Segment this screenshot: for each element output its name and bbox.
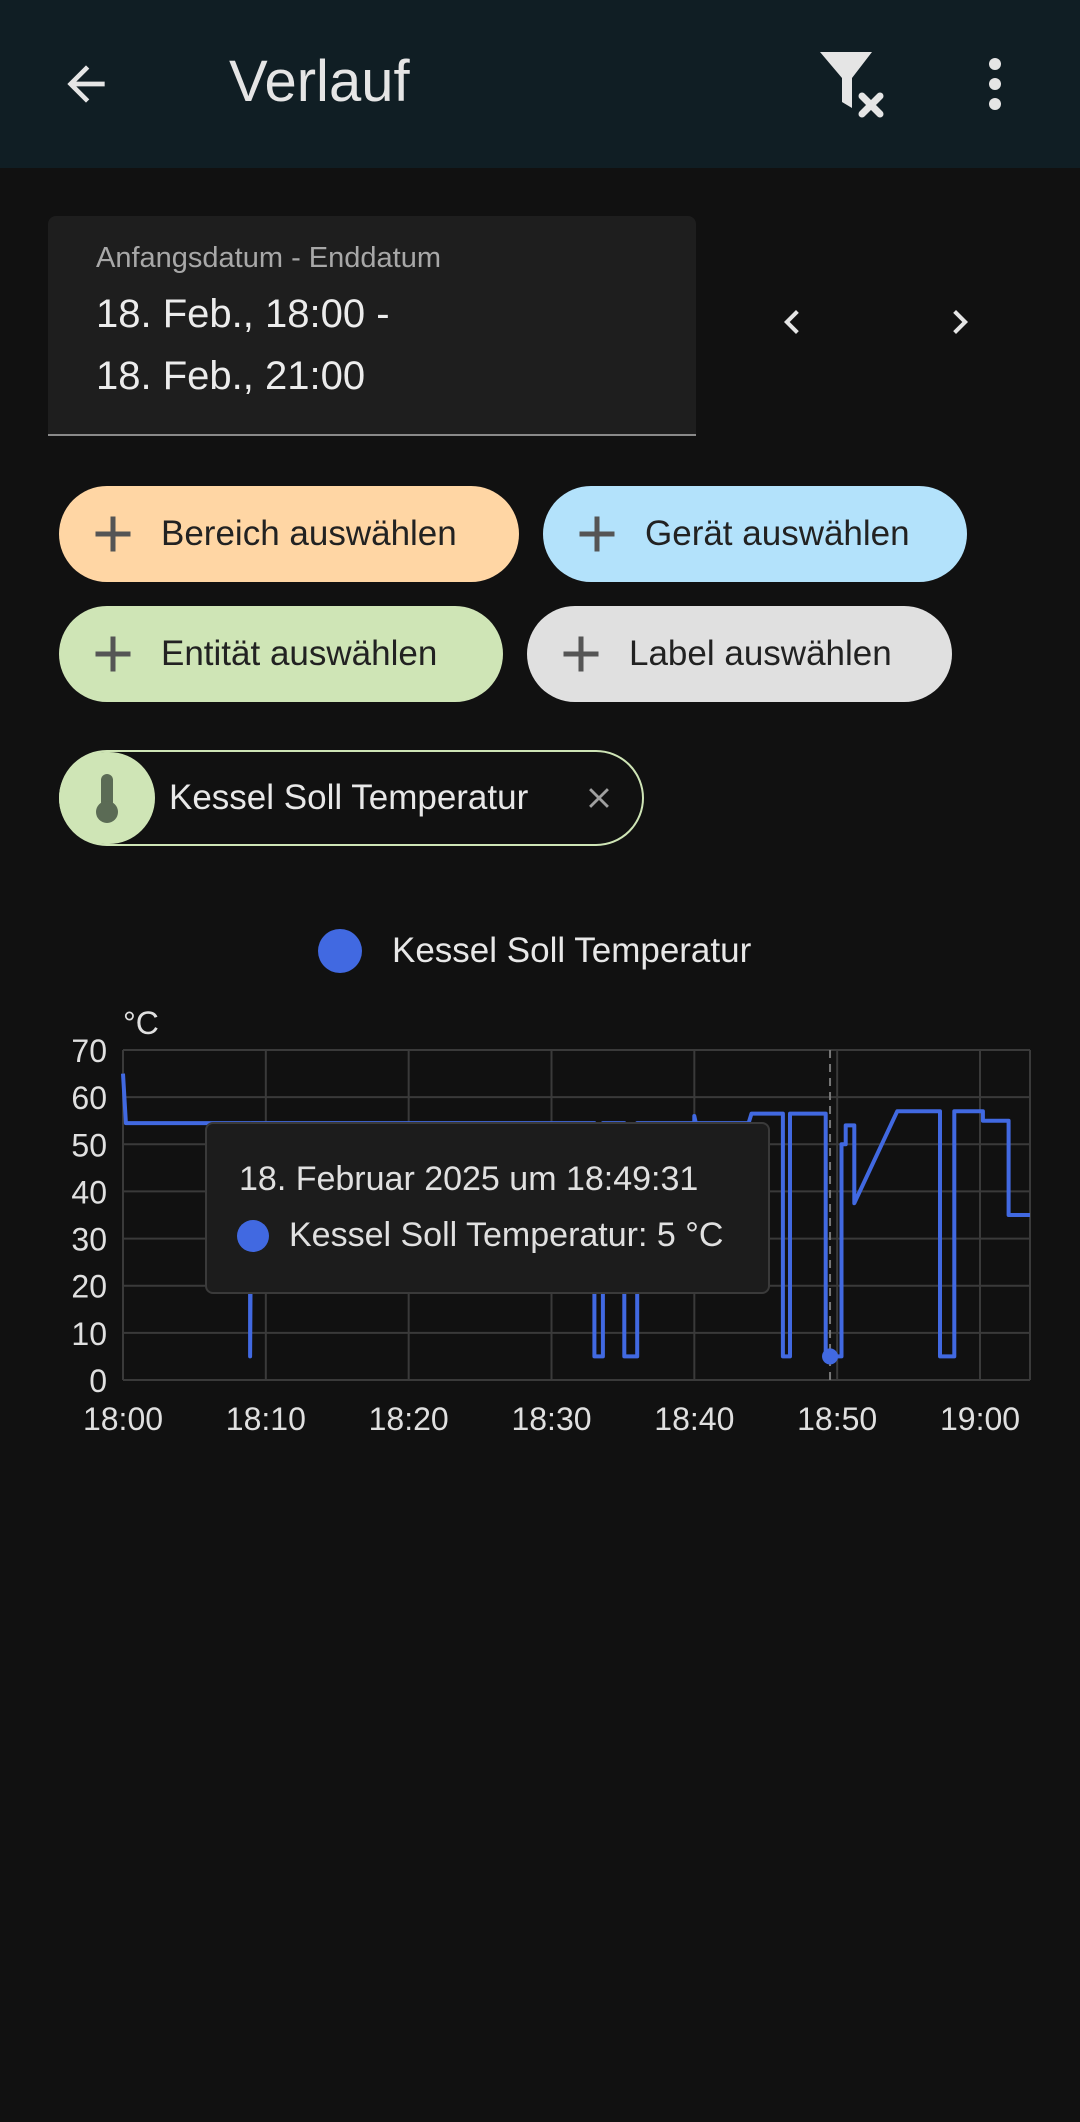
legend-swatch (318, 929, 362, 973)
y-tick-label: 0 (89, 1363, 107, 1399)
thermometer-icon (96, 774, 118, 823)
arrow-left-icon (67, 65, 105, 103)
more-vert-icon (989, 58, 1001, 110)
date-range-label: Anfangsdatum - Enddatum (96, 242, 441, 274)
remove-entity-button[interactable] (574, 773, 624, 823)
close-icon (589, 788, 609, 808)
tooltip-row: Kessel Soll Temperatur: 5 °C (237, 1216, 723, 1255)
filter-remove-icon (820, 52, 884, 118)
chart-tooltip: 18. Februar 2025 um 18:49:31 Kessel Soll… (205, 1122, 770, 1294)
more-options-button[interactable] (970, 46, 1020, 126)
select-label-label: Label auswählen (629, 634, 892, 673)
previous-range-button[interactable] (760, 290, 824, 354)
y-tick-label: 10 (71, 1316, 107, 1352)
select-area-label: Bereich auswählen (161, 514, 457, 553)
date-range-end: 18. Feb., 21:00 (96, 354, 366, 398)
tooltip-swatch (237, 1219, 269, 1252)
selected-entity-label: Kessel Soll Temperatur (169, 778, 529, 817)
y-tick-label: 50 (71, 1127, 107, 1163)
date-range-start: 18. Feb., 18:00 - (96, 292, 390, 336)
entity-icon-wrapper (59, 752, 155, 844)
select-area-chip[interactable]: Bereich auswählen (59, 486, 519, 582)
x-tick-label: 18:30 (511, 1401, 591, 1437)
tooltip-value: Kessel Soll Temperatur: 5 °C (289, 1216, 724, 1254)
y-tick-label: 20 (71, 1269, 107, 1305)
app-bar: Verlauf (0, 0, 1080, 168)
x-tick-label: 18:00 (83, 1401, 163, 1437)
hover-data-point (822, 1348, 839, 1365)
select-label-chip[interactable]: Label auswählen (527, 606, 952, 702)
plus-icon (95, 636, 131, 672)
page-title: Verlauf (229, 49, 410, 114)
x-tick-label: 18:10 (226, 1401, 306, 1437)
x-tick-label: 18:40 (654, 1401, 734, 1437)
plus-icon (95, 516, 131, 552)
y-tick-label: 70 (71, 1033, 107, 1069)
y-tick-label: 30 (71, 1222, 107, 1258)
date-range-picker[interactable]: Anfangsdatum - Enddatum 18. Feb., 18:00 … (48, 216, 696, 436)
x-tick-label: 19:00 (940, 1401, 1020, 1437)
select-entity-chip[interactable]: Entität auswählen (59, 606, 503, 702)
tooltip-date: 18. Februar 2025 um 18:49:31 (239, 1160, 699, 1198)
back-button[interactable] (48, 46, 124, 122)
x-tick-label: 18:20 (369, 1401, 449, 1437)
chevron-right-icon (953, 310, 968, 334)
chevron-left-icon (784, 310, 799, 334)
plus-icon (579, 516, 615, 552)
y-tick-label: 40 (71, 1174, 107, 1210)
plus-icon (563, 636, 599, 672)
select-entity-label: Entität auswählen (161, 634, 438, 673)
chart-legend[interactable]: Kessel Soll Temperatur (318, 928, 751, 974)
selected-entity-chip[interactable]: Kessel Soll Temperatur (59, 750, 644, 846)
select-device-chip[interactable]: Gerät auswählen (543, 486, 967, 582)
x-tick-label: 18:50 (797, 1401, 877, 1437)
select-device-label: Gerät auswählen (645, 514, 910, 553)
legend-label: Kessel Soll Temperatur (392, 931, 752, 970)
y-axis-unit: °C (123, 1005, 159, 1041)
y-tick-label: 60 (71, 1080, 107, 1116)
next-range-button[interactable] (928, 290, 992, 354)
clear-filter-button[interactable] (810, 46, 900, 126)
